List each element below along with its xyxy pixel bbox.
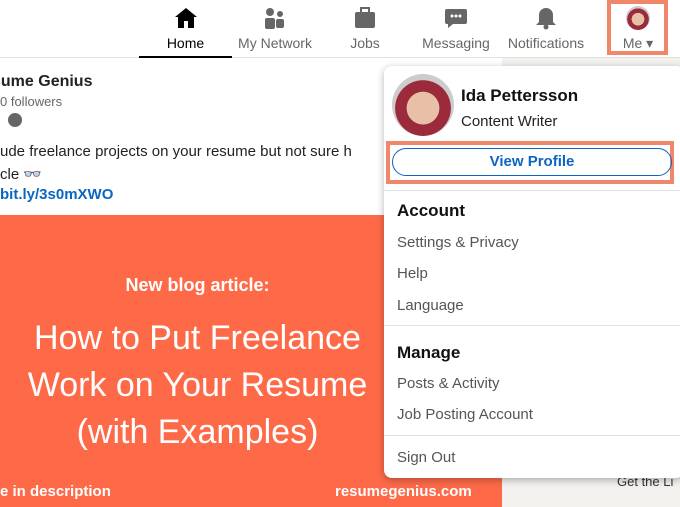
menu-settings-privacy[interactable]: Settings & Privacy [397,234,519,251]
nav-messaging[interactable]: Messaging [418,0,494,58]
bell-icon [536,8,556,30]
nav-home[interactable]: Home [139,0,232,58]
nav-my-network[interactable]: My Network [232,0,318,58]
menu-help[interactable]: Help [397,265,428,282]
post-link[interactable]: bit.ly/3s0mXWO [0,186,113,203]
top-nav: Home My Network Jobs Messaging Notificat… [0,0,680,58]
post-text: ude freelance projects on your resume bu… [0,143,352,183]
view-profile-button[interactable]: View Profile [392,148,672,176]
globe-icon [8,113,22,127]
manage-heading: Manage [397,343,461,362]
menu-job-posting-account[interactable]: Job Posting Account [397,406,533,423]
menu-posts-activity[interactable]: Posts & Activity [397,375,500,392]
briefcase-icon [355,7,375,28]
user-name: Ida Pettersson [461,86,579,105]
post-followers: 0 followers [0,94,63,109]
network-icon [265,8,284,29]
nav-notifications[interactable]: Notifications [504,0,588,58]
banner-title: How to Put Freelance Work on Your Resume(… [27,319,368,451]
highlight-me [607,0,668,55]
account-heading: Account [397,201,465,220]
home-icon [174,8,197,28]
menu-language[interactable]: Language [397,297,464,314]
chat-icon [445,9,467,28]
profile-avatar [392,74,454,136]
me-dropdown: Ida Pettersson Content Writer View Profi… [384,66,680,478]
nav-jobs[interactable]: Jobs [340,0,390,58]
user-title: Content Writer [461,113,558,130]
menu-sign-out[interactable]: Sign Out [397,449,455,466]
post-author[interactable]: sume Genius [0,73,92,91]
